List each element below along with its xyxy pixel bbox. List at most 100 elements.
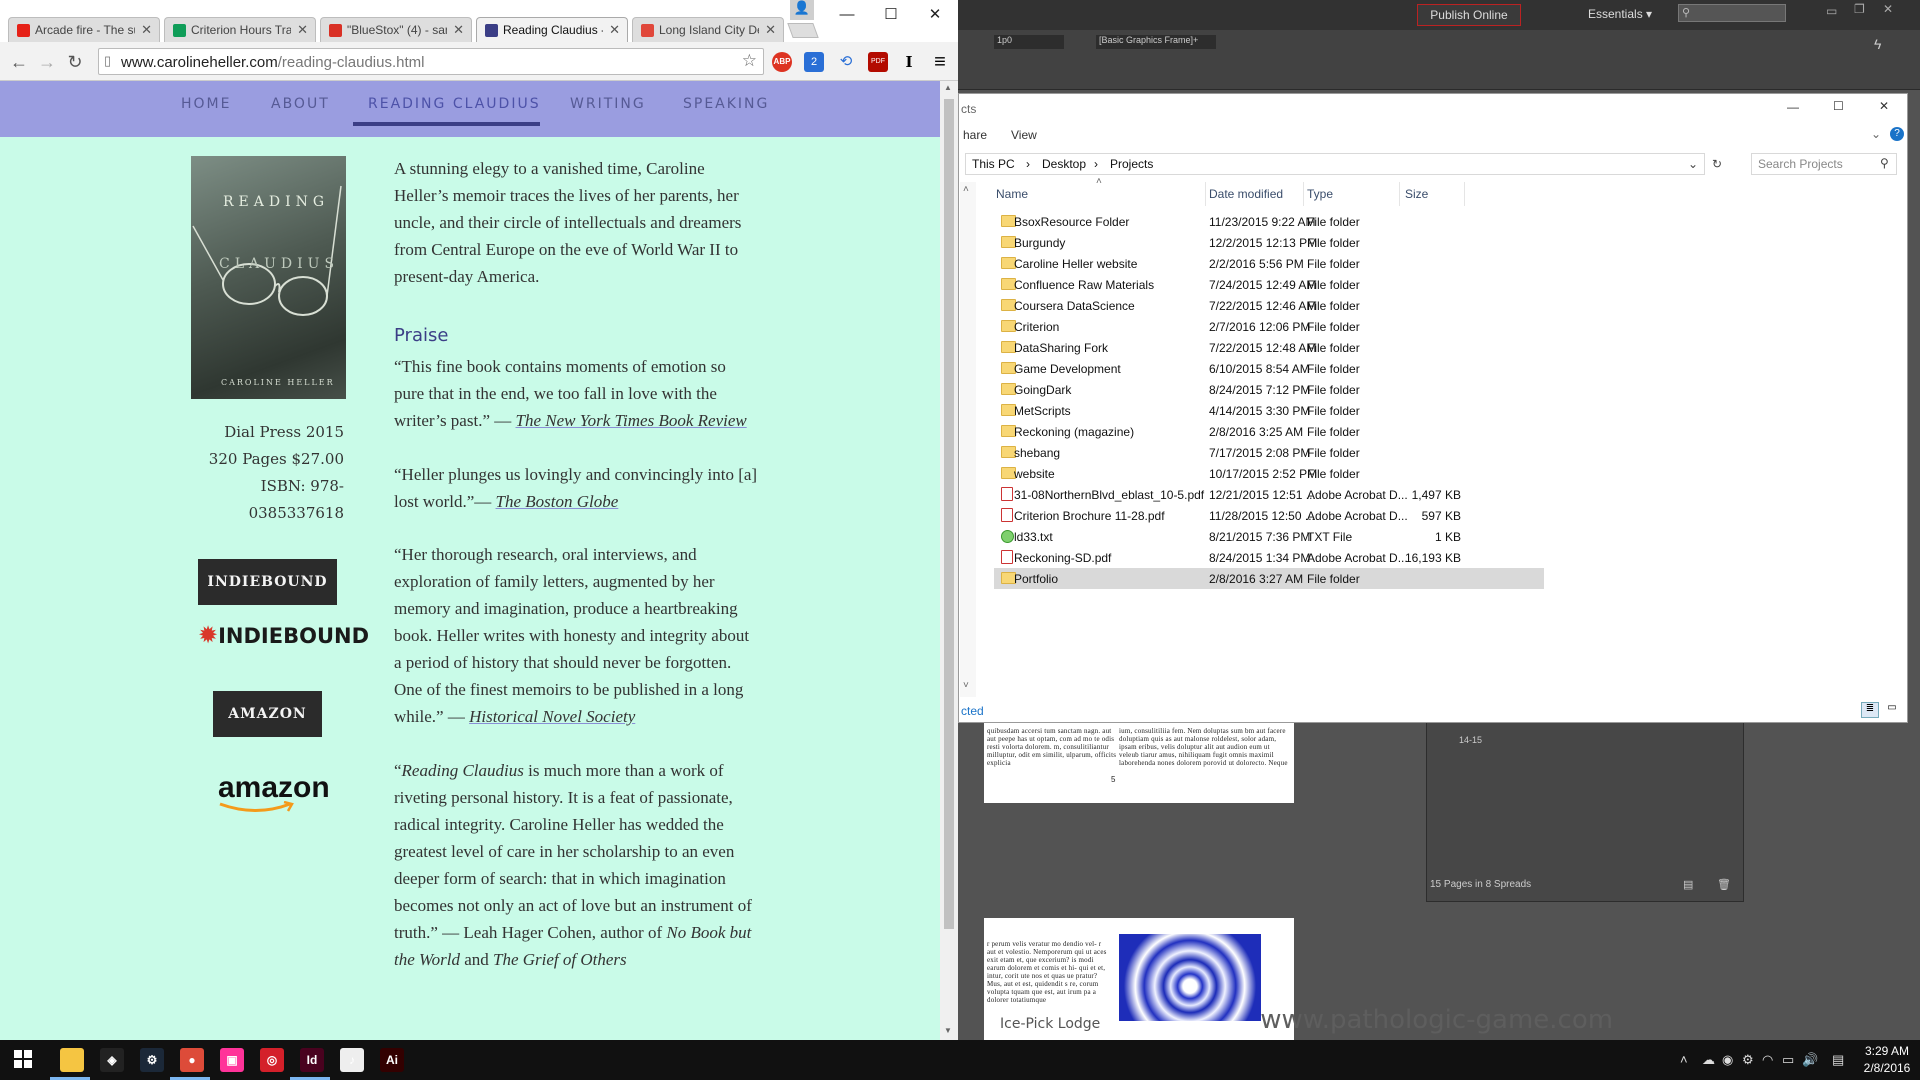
battery-icon[interactable]: ▭	[1782, 1052, 1794, 1068]
column-separator[interactable]	[1205, 182, 1206, 206]
object-style-select[interactable]: [Basic Graphics Frame]+	[1096, 35, 1216, 49]
sync-icon[interactable]: ◉	[1722, 1052, 1733, 1068]
refresh-icon[interactable]: ↻	[1712, 157, 1722, 171]
quote-source-link[interactable]: The New York Times Book Review	[516, 411, 747, 430]
help-icon[interactable]: ?	[1890, 127, 1904, 141]
chevron-down-icon[interactable]: ⌄	[1688, 157, 1698, 171]
scroll-down-icon[interactable]: ˅	[963, 680, 969, 691]
sync-extension-icon[interactable]: ⟲	[836, 52, 856, 72]
minimize-button[interactable]: ▭	[1826, 4, 1837, 18]
file-row[interactable]: GoingDark 8/24/2015 7:12 PM File folder	[994, 379, 1544, 400]
forward-icon[interactable]: →	[36, 51, 58, 73]
scroll-up-icon[interactable]: ▲	[944, 83, 952, 92]
file-row[interactable]: shebang 7/17/2015 2:08 PM File folder	[994, 442, 1544, 463]
file-row[interactable]: Portfolio 2/8/2016 3:27 AM File folder	[994, 568, 1544, 589]
profile-icon[interactable]: 👤	[790, 0, 814, 20]
address-bar[interactable]: ▯ www.carolineheller.com/reading-claudiu…	[98, 48, 764, 75]
amazon-button[interactable]: AMAZON	[213, 691, 322, 737]
acrobat-icon[interactable]: PDF	[868, 52, 888, 72]
file-row[interactable]: 31-08NorthernBlvd_eblast_10-5.pdf 12/21/2…	[994, 484, 1544, 505]
menu-icon[interactable]: ≡	[930, 52, 950, 72]
itunes-icon[interactable]: ♪	[340, 1048, 364, 1072]
file-row[interactable]: Game Development 6/10/2015 8:54 AM File fo…	[994, 358, 1544, 379]
indiebound-logo[interactable]: ✹INDIEBOUND	[198, 621, 369, 649]
close-button[interactable]: ✕	[1879, 99, 1889, 113]
scrollbar-thumb[interactable]	[944, 99, 954, 929]
show-hidden-icons[interactable]: ˄	[1680, 1052, 1688, 1067]
adblock-icon[interactable]: ABP	[772, 52, 792, 72]
close-button[interactable]: ✕	[912, 0, 958, 30]
lightning-icon[interactable]: ϟ	[1874, 36, 1881, 52]
browser-tab[interactable]: Long Island City De ✕	[632, 17, 784, 42]
instapaper-icon[interactable]: I	[899, 52, 919, 72]
onenote-icon[interactable]: ▣	[220, 1048, 244, 1072]
nav-speaking[interactable]: SPEAKING	[683, 96, 769, 112]
file-row[interactable]: Reckoning (magazine) 2/8/2016 3:25 AM File…	[994, 421, 1544, 442]
close-tab-icon[interactable]: ✕	[609, 18, 620, 42]
onedrive-icon[interactable]: ☁	[1702, 1052, 1715, 1068]
file-row[interactable]: BsoxResource Folder 11/23/2015 9:22 AM Fil…	[994, 211, 1544, 232]
file-row[interactable]: Coursera DataScience 7/22/2015 12:46 AM Fi…	[994, 295, 1544, 316]
explorer-address-bar[interactable]: This PC › Desktop › Projects ⌄ ↻	[965, 153, 1722, 175]
nav-home[interactable]: HOME	[181, 96, 231, 112]
close-tab-icon[interactable]: ✕	[453, 18, 464, 42]
wifi-icon[interactable]: ◠	[1762, 1052, 1773, 1068]
file-row[interactable]: Burgundy 12/2/2015 12:13 PM File folder	[994, 232, 1544, 253]
file-row[interactable]: ld33.txt 8/21/2015 7:36 PM TXT File 1 KB	[994, 526, 1544, 547]
new-page-icon[interactable]: ▤	[1683, 878, 1693, 891]
nav-writing[interactable]: WRITING	[570, 96, 646, 112]
large-icons-view-icon[interactable]: ▭	[1883, 702, 1901, 718]
maximize-button[interactable]: ☐	[868, 0, 914, 30]
scroll-up-icon[interactable]: ˄	[963, 184, 969, 195]
ribbon-tab-share[interactable]: hare	[963, 128, 987, 142]
column-type[interactable]: Type	[1307, 187, 1333, 201]
nav-pane-scrollbar[interactable]: ˄ ˅	[960, 182, 976, 697]
file-row[interactable]: Criterion 2/7/2016 12:06 PM File folder	[994, 316, 1544, 337]
page-scrollbar[interactable]: ▲ ▼	[940, 81, 958, 1040]
column-separator[interactable]	[1303, 182, 1304, 206]
steam-tray-icon[interactable]: ⚙	[1742, 1052, 1754, 1068]
file-row[interactable]: Criterion Brochure 11-28.pdf 11/28/2015 1…	[994, 505, 1544, 526]
breadcrumb-this-pc[interactable]: This PC	[972, 157, 1015, 171]
nav-reading-claudius[interactable]: READING CLAUDIUS	[368, 96, 541, 112]
file-row[interactable]: DataSharing Fork 7/22/2015 12:48 AM File f…	[994, 337, 1544, 358]
browser-tab-active[interactable]: Reading Claudius - ✕	[476, 17, 628, 42]
file-row[interactable]: Confluence Raw Materials 7/24/2015 12:49 …	[994, 274, 1544, 295]
chrome-icon[interactable]: ●	[180, 1048, 204, 1072]
new-tab-button[interactable]	[787, 23, 819, 38]
ribbon-expand-icon[interactable]: ⌄	[1871, 127, 1881, 141]
trash-icon[interactable]: 🗑	[1717, 878, 1731, 891]
url-text[interactable]: www.carolineheller.com/reading-claudius.…	[121, 54, 424, 71]
maximize-button[interactable]: ☐	[1833, 99, 1844, 113]
file-explorer-icon[interactable]	[60, 1048, 84, 1072]
amazon-logo[interactable]: amazon	[218, 771, 330, 812]
breadcrumb-projects[interactable]: Projects	[1110, 157, 1153, 171]
file-row[interactable]: Reckoning-SD.pdf 8/24/2015 1:34 PM Adobe A…	[994, 547, 1544, 568]
reference-field[interactable]: 1p0	[994, 35, 1064, 49]
publish-online-button[interactable]: Publish Online	[1417, 4, 1521, 26]
breadcrumb-desktop[interactable]: Desktop	[1042, 157, 1086, 171]
column-date-modified[interactable]: Date modified	[1209, 187, 1283, 201]
column-separator[interactable]	[1464, 182, 1465, 206]
explorer-search-input[interactable]: Search Projects ⚲	[1751, 153, 1897, 175]
start-windows-icon[interactable]	[14, 1050, 32, 1068]
volume-icon[interactable]: 🔊	[1802, 1052, 1818, 1068]
ribbon-tab-view[interactable]: View	[1011, 128, 1037, 142]
close-tab-icon[interactable]: ✕	[765, 18, 776, 42]
column-separator[interactable]	[1399, 182, 1400, 206]
taskbar-clock[interactable]: 3:29 AM 2/8/2016	[1852, 1043, 1920, 1077]
illustrator-icon[interactable]: Ai	[380, 1048, 404, 1072]
close-tab-icon[interactable]: ✕	[141, 18, 152, 42]
browser-tab[interactable]: Arcade fire - The su ✕	[8, 17, 160, 42]
nav-about[interactable]: ABOUT	[271, 96, 330, 112]
action-center-icon[interactable]: ▤	[1832, 1052, 1844, 1068]
star-icon[interactable]: ☆	[742, 51, 757, 71]
quote-source-link[interactable]: The Boston Globe	[496, 492, 619, 511]
creative-cloud-icon[interactable]: ◎	[260, 1048, 284, 1072]
browser-tab[interactable]: "BlueStox" (4) - san ✕	[320, 17, 472, 42]
back-icon[interactable]: ←	[8, 51, 30, 73]
browser-tab[interactable]: Criterion Hours Tra ✕	[164, 17, 316, 42]
close-tab-icon[interactable]: ✕	[297, 18, 308, 42]
close-button[interactable]: ✕	[1883, 2, 1893, 16]
reload-icon[interactable]: ↻	[64, 51, 86, 73]
